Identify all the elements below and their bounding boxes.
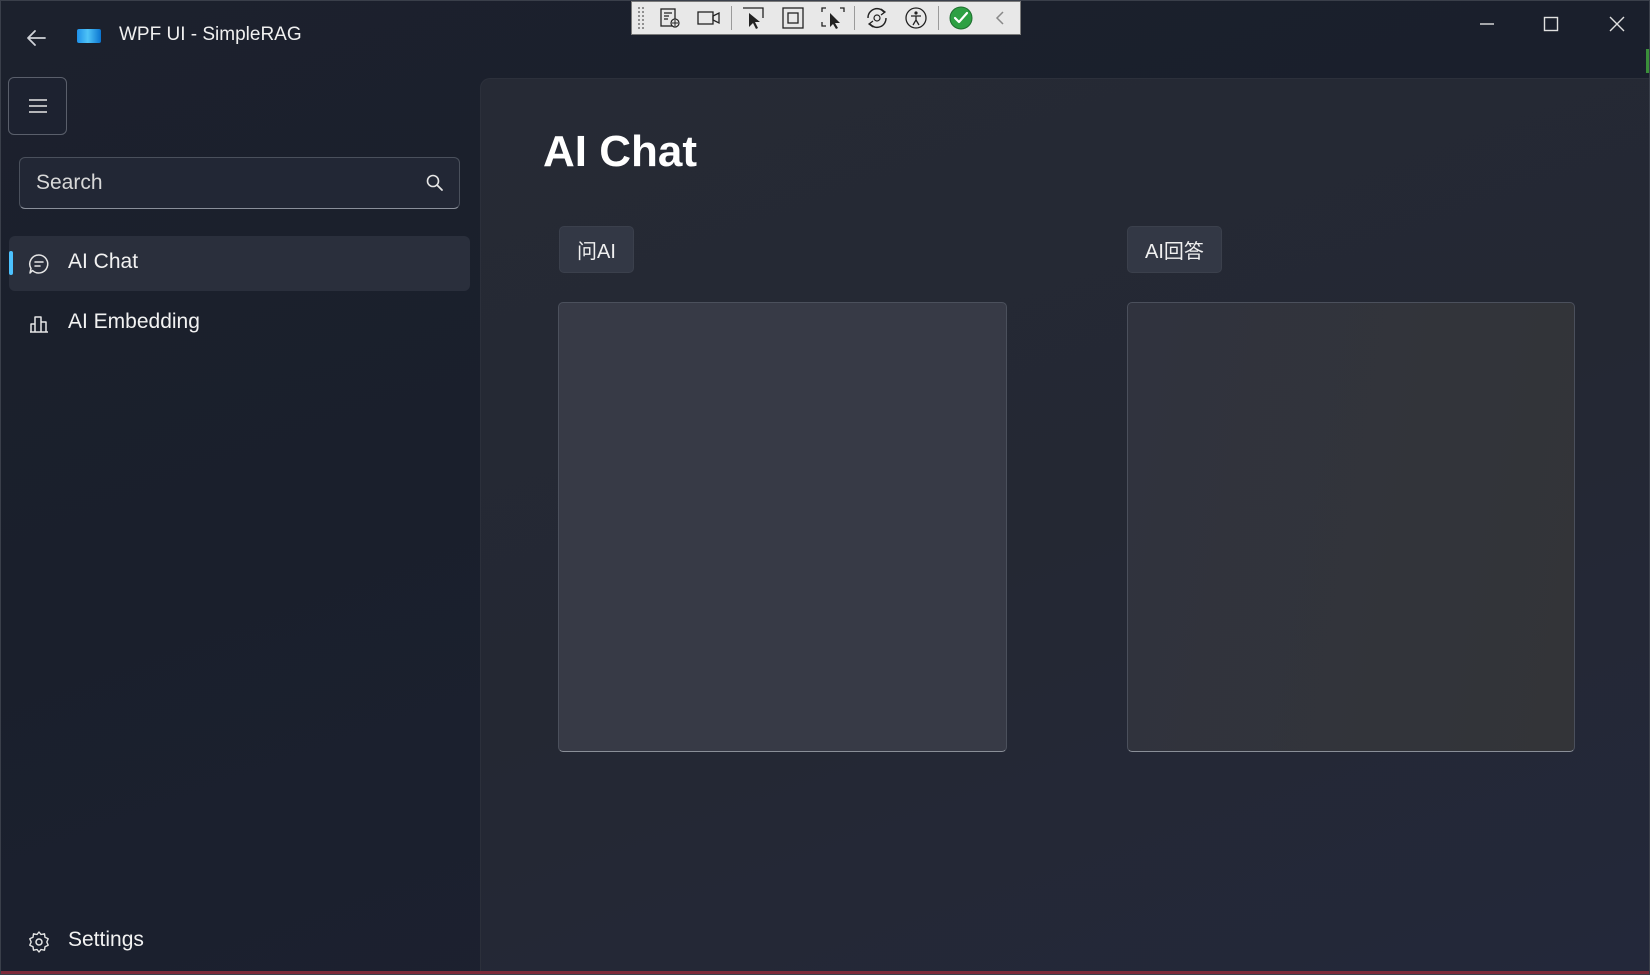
question-textbox[interactable] (558, 302, 1007, 752)
record-icon (697, 11, 720, 25)
minimize-button[interactable] (1456, 7, 1518, 41)
hamburger-menu-button[interactable] (8, 77, 67, 135)
select-element-icon (742, 7, 764, 29)
collapse-chevron-icon (996, 11, 1004, 25)
ai-answer-button[interactable]: AI回答 (1127, 226, 1222, 273)
sidebar-item-label: AI Chat (68, 250, 139, 273)
binding-check-icon (949, 6, 973, 30)
toolbar-separator (938, 6, 940, 30)
search-icon[interactable] (425, 173, 445, 193)
hot-reload-icon (867, 8, 887, 28)
sidebar-item-label: AI Embedding (68, 310, 200, 333)
display-layout-adorners-button[interactable] (773, 3, 812, 33)
window-title: WPF UI - SimpleRAG (119, 24, 302, 45)
back-arrow-icon (27, 30, 46, 46)
hot-reload-button[interactable] (857, 3, 896, 33)
gear-icon (29, 931, 49, 953)
hamburger-icon (28, 99, 47, 113)
track-focus-icon (820, 7, 845, 29)
sidebar-item-settings[interactable]: Settings (9, 914, 470, 969)
active-indicator (9, 251, 13, 275)
app-window: WPF UI - SimpleRAG Search AI Chat AI Emb… (0, 0, 1650, 975)
chat-bubble-icon (29, 254, 49, 274)
select-element-button[interactable] (734, 3, 773, 33)
live-visual-tree-button[interactable] (650, 3, 689, 33)
bar-chart-icon (30, 316, 48, 333)
maximize-button[interactable] (1520, 7, 1582, 41)
sidebar-item-ai-chat[interactable]: AI Chat (9, 236, 470, 291)
settings-label: Settings (68, 928, 144, 951)
display-layout-adorners-icon (782, 7, 804, 29)
ask-ai-button[interactable]: 问AI (559, 226, 634, 273)
binding-check-button[interactable] (941, 3, 980, 33)
track-focus-button[interactable] (813, 3, 852, 33)
debug-toolbar (631, 1, 1021, 35)
window-edge-marker (1646, 49, 1649, 73)
search-box (19, 157, 460, 209)
app-logo-icon (77, 29, 101, 43)
main-content: AI Chat 问AI AI回答 (480, 78, 1649, 974)
record-button[interactable] (689, 3, 728, 33)
search-input[interactable] (36, 158, 406, 208)
page-title: AI Chat (543, 127, 697, 176)
accessibility-checker-button[interactable] (897, 3, 936, 33)
back-button[interactable] (19, 23, 53, 53)
toolbar-separator (730, 6, 732, 30)
bottom-border (1, 971, 1649, 974)
answer-textbox[interactable] (1127, 302, 1575, 752)
accessibility-icon (905, 7, 928, 29)
minimize-icon (1480, 23, 1494, 25)
maximize-icon (1543, 16, 1559, 32)
live-visual-tree-icon (660, 8, 680, 28)
toolbar-grip[interactable] (637, 6, 645, 30)
toolbar-separator (854, 6, 856, 30)
sidebar-item-ai-embedding[interactable]: AI Embedding (9, 296, 470, 351)
collapse-toolbar-button[interactable] (981, 3, 1020, 33)
close-icon (1609, 16, 1625, 32)
close-button[interactable] (1586, 7, 1648, 41)
